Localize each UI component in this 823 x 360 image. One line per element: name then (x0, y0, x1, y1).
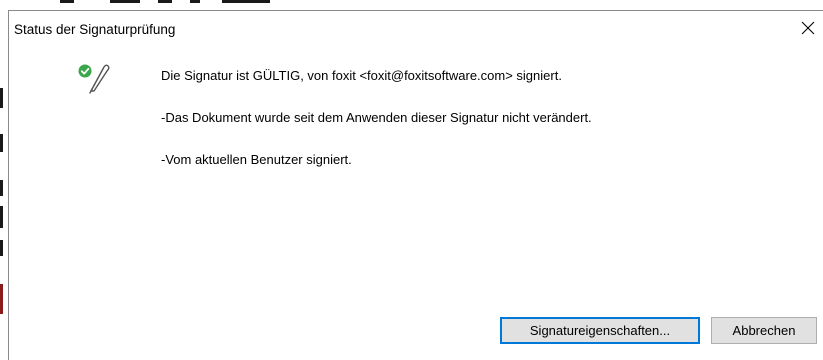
background-fragment (158, 0, 172, 3)
background-fragment (190, 0, 200, 3)
status-message-valid: Die Signatur ist GÜLTIG, von foxit <foxi… (161, 68, 562, 83)
title-bar[interactable]: Status der Signaturprüfung (9, 11, 823, 45)
dialog-title: Status der Signaturprüfung (14, 22, 176, 37)
background-fragment (0, 134, 3, 152)
close-button[interactable] (793, 13, 823, 43)
status-message-unchanged: -Das Dokument wurde seit dem Anwenden di… (161, 110, 592, 125)
background-fragment (0, 240, 3, 256)
background-fragment (60, 0, 74, 3)
cancel-button[interactable]: Abbrechen (711, 317, 817, 344)
signature-valid-icon (75, 61, 115, 97)
status-message-signed-by-current-user: -Vom aktuellen Benutzer signiert. (161, 152, 352, 167)
background-fragment (0, 284, 3, 314)
background-fragment (0, 206, 3, 228)
background-fragment (110, 0, 140, 3)
signature-status-dialog: Status der Signaturprüfung Die Signatur … (8, 10, 823, 360)
signature-properties-button[interactable]: Signatureigenschaften... (500, 317, 700, 344)
background-fragment (0, 88, 3, 108)
background-fragment (0, 180, 3, 196)
close-icon (801, 21, 815, 35)
background-fragment (222, 0, 270, 3)
